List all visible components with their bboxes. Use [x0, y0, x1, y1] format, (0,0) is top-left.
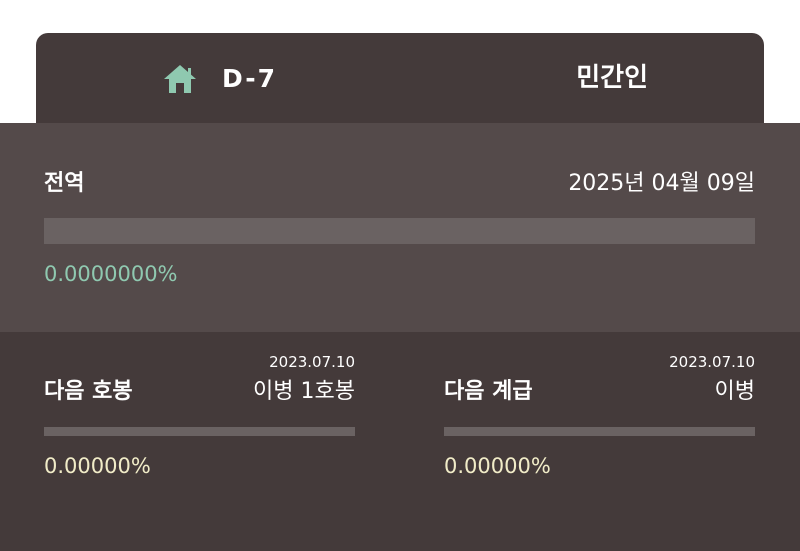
total-date: 2025년 04월 09일	[568, 171, 755, 196]
next-rank-label: 다음 계급	[444, 379, 533, 404]
status-label[interactable]: 민간인	[576, 61, 648, 95]
total-label: 전역	[44, 171, 85, 196]
header-card: D-7 민간인	[36, 33, 764, 125]
next-step-label: 다음 호봉	[44, 379, 133, 404]
next-step-percent: 0.00000%	[44, 454, 151, 478]
dday-counter: D-7	[222, 64, 277, 93]
promotion-section: 2023.07.10 다음 호봉 이병 1호봉 0.00000% 2023.07…	[0, 332, 800, 551]
next-rank-date: 2023.07.10	[669, 353, 755, 371]
next-rank-progress-bar	[444, 427, 755, 436]
next-step-progress-bar	[44, 427, 355, 436]
total-service-section: 전역 2025년 04월 09일 0.0000000%	[0, 123, 800, 332]
total-progress-bar	[44, 218, 755, 244]
total-percent: 0.0000000%	[44, 262, 178, 286]
next-step-date: 2023.07.10	[269, 353, 355, 371]
next-rank-panel: 2023.07.10 다음 계급 이병 0.00000%	[444, 332, 755, 551]
home-icon[interactable]	[162, 63, 198, 95]
next-step-value: 이병 1호봉	[253, 379, 355, 404]
next-step-panel: 2023.07.10 다음 호봉 이병 1호봉 0.00000%	[44, 332, 355, 551]
next-rank-percent: 0.00000%	[444, 454, 551, 478]
next-rank-value: 이병	[714, 379, 755, 404]
